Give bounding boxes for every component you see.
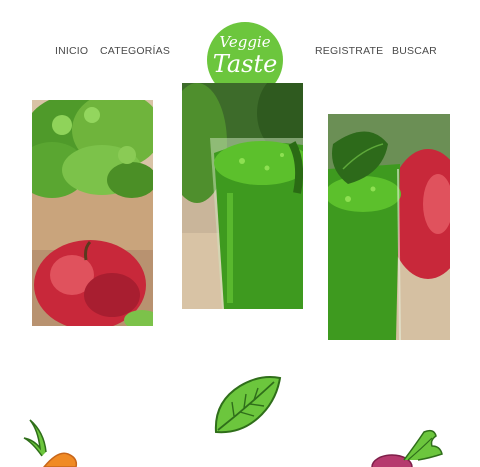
- leaf-doodle-icon: [214, 376, 282, 434]
- gallery-image-green-juice[interactable]: [182, 83, 303, 309]
- nav-categorias[interactable]: CATEGORÍAS: [100, 45, 170, 57]
- lettuce-apple-photo: [32, 100, 153, 326]
- beet-doodle-icon: [371, 429, 443, 467]
- logo-line-2: Taste: [212, 50, 278, 78]
- green-juice-photo: [182, 83, 303, 309]
- juice-spinach-photo: [328, 114, 450, 340]
- carrot-doodle-icon: [23, 419, 78, 467]
- gallery-image-juice-spinach[interactable]: [328, 114, 450, 340]
- nav-registrate[interactable]: REGISTRATE: [315, 45, 383, 57]
- logo-line-1: Veggie: [219, 33, 271, 51]
- nav-buscar[interactable]: BUSCAR: [392, 45, 437, 57]
- gallery-image-lettuce-apple[interactable]: [32, 100, 153, 326]
- nav-inicio[interactable]: INICIO: [55, 45, 88, 57]
